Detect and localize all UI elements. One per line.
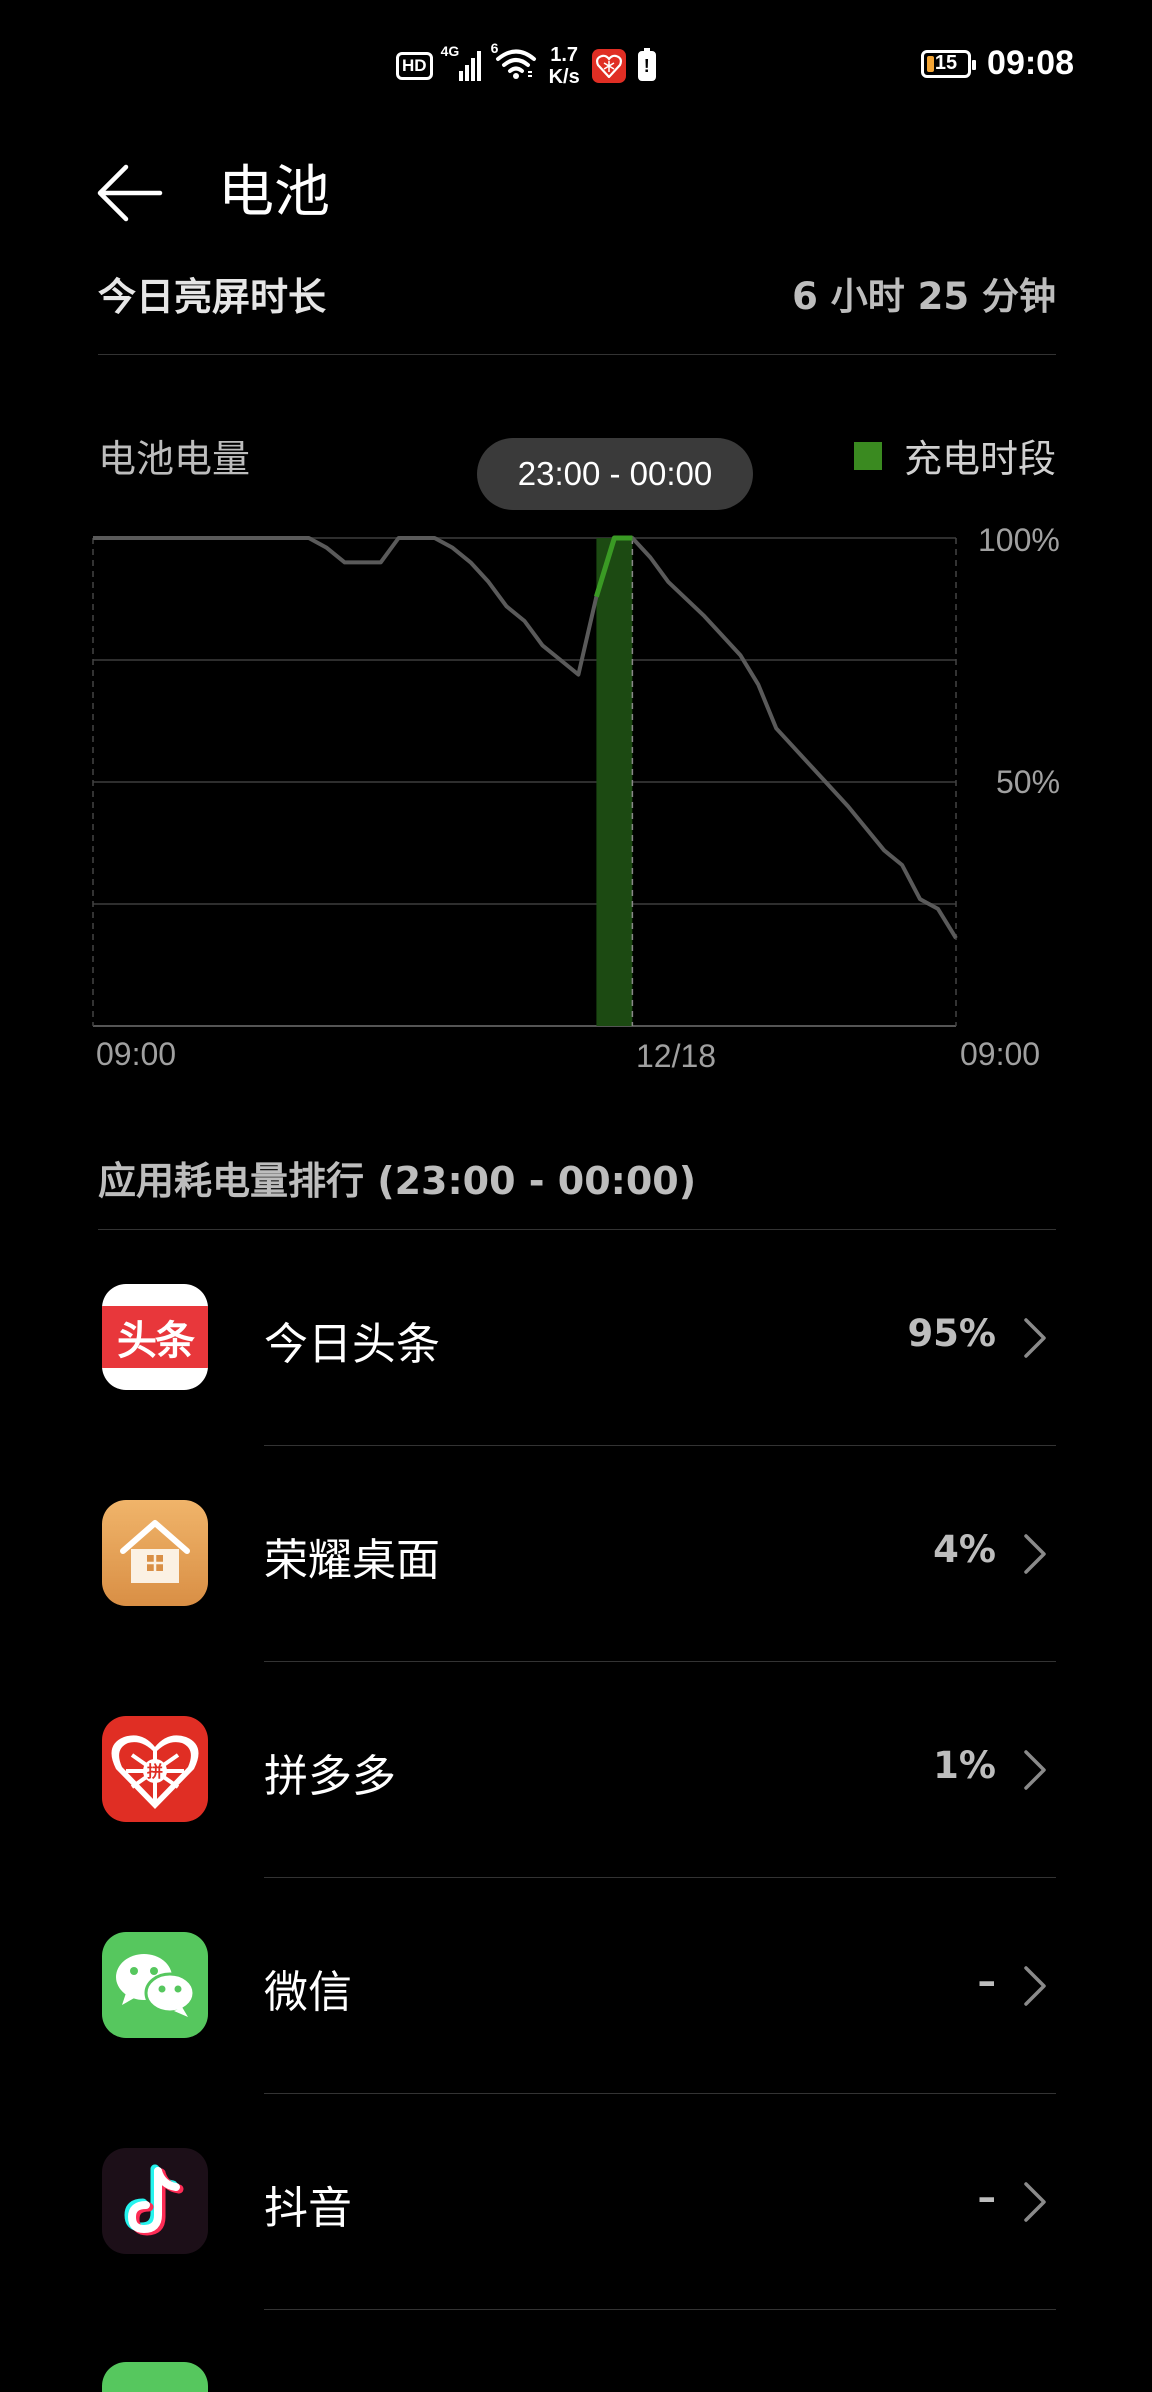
- douyin-icon: [102, 2148, 208, 2254]
- y-tick-label: 50%: [996, 764, 1061, 800]
- wechat-icon: [102, 1932, 208, 2038]
- divider: [264, 2309, 1056, 2310]
- app-icon-partial[interactable]: [102, 2362, 208, 2392]
- app-usage-percent: 4%: [933, 1528, 996, 1571]
- app-usage-percent: 1%: [933, 1744, 996, 1787]
- toutiao-icon: 头条: [102, 1284, 208, 1390]
- app-usage-percent: 95%: [907, 1312, 996, 1355]
- battery-level-line: [93, 536, 958, 940]
- app-name: 抖音: [264, 2183, 352, 2234]
- pinduoduo-icon-text: 拼: [147, 1762, 163, 1781]
- app-name: 荣耀桌面: [264, 1535, 440, 1586]
- pinduoduo-icon: 拼: [102, 1716, 208, 1822]
- y-tick-label: 100%: [978, 522, 1060, 558]
- app-name: 微信: [264, 1967, 352, 2018]
- app-name: 今日头条: [264, 1319, 440, 1370]
- x-tick-label: 12/18: [636, 1038, 717, 1074]
- toutiao-icon-text: 头条: [117, 1318, 195, 1364]
- chevron-right-icon: [1024, 1534, 1046, 1574]
- battery-level: 15: [934, 52, 958, 74]
- honor-home-icon: [102, 1500, 208, 1606]
- chevron-right-icon: [1024, 1318, 1046, 1358]
- chart-tooltip: 23:00 - 00:00: [477, 438, 753, 510]
- charging-period-band: [596, 538, 633, 1026]
- app-row-wechat[interactable]: 微信 –: [98, 1878, 1056, 2094]
- chevron-right-icon: [1024, 1750, 1046, 1790]
- chevron-right-icon: [1024, 1966, 1046, 2006]
- app-usage-percent: –: [977, 1960, 997, 2003]
- app-name: 拼多多: [264, 1751, 396, 1802]
- app-row-pinduoduo[interactable]: 拼 拼多多 1%: [98, 1662, 1056, 1878]
- x-tick-label: 09:00: [96, 1036, 177, 1072]
- chevron-right-icon: [1024, 2182, 1046, 2222]
- app-row-toutiao[interactable]: 头条 今日头条 95%: [98, 1230, 1056, 1446]
- app-usage-percent: –: [977, 2176, 997, 2219]
- app-row-honor-home[interactable]: 荣耀桌面 4%: [98, 1446, 1056, 1662]
- x-tick-label: 09:00: [960, 1036, 1041, 1072]
- app-row-douyin[interactable]: 抖音 –: [98, 2094, 1056, 2310]
- ranking-title: 应用耗电量排行 (23:00 - 00:00): [98, 1159, 697, 1203]
